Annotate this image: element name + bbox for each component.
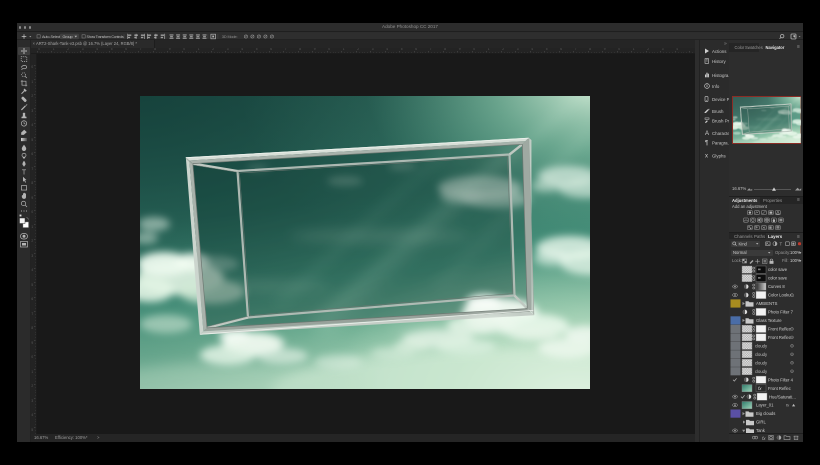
svg-text:color save: color save xyxy=(768,267,788,272)
svg-text:History: History xyxy=(712,59,726,64)
svg-text:Actions: Actions xyxy=(712,49,727,54)
svg-text:Front Reflec: Front Reflec xyxy=(768,326,791,331)
svg-text:cloudy: cloudy xyxy=(755,360,768,365)
svg-text:cloudy: cloudy xyxy=(755,352,768,357)
svg-text:GIRL: GIRL xyxy=(756,420,766,425)
svg-text:Paragra...: Paragra... xyxy=(712,140,730,145)
svg-text:cloudy: cloudy xyxy=(755,343,768,348)
svg-text:fx: fx xyxy=(762,436,766,441)
svg-text:Photo Filter 7: Photo Filter 7 xyxy=(768,310,794,315)
svg-text:T: T xyxy=(22,169,27,176)
svg-text:Auto-Select:: Auto-Select: xyxy=(42,35,61,39)
svg-text:¶: ¶ xyxy=(705,141,708,147)
svg-text:Hue/Saturati...: Hue/Saturati... xyxy=(769,394,796,399)
svg-text:Photo Filter 4: Photo Filter 4 xyxy=(768,377,794,382)
svg-text:Layer_01: Layer_01 xyxy=(756,403,774,408)
svg-text:x: x xyxy=(705,154,708,160)
svg-text:fx: fx xyxy=(786,403,790,408)
svg-text:Front Reflec: Front Reflec xyxy=(768,335,791,340)
svg-text:Brush Pr...: Brush Pr... xyxy=(712,118,730,123)
svg-text:Curves 8: Curves 8 xyxy=(768,284,785,289)
svg-text:Device P...: Device P... xyxy=(712,97,730,102)
svg-text:Character: Character xyxy=(712,131,730,136)
svg-text:AMBIENTS: AMBIENTS xyxy=(756,301,778,306)
svg-text:Color Looku...: Color Looku... xyxy=(768,293,794,298)
svg-text:Brush: Brush xyxy=(712,109,724,114)
svg-text:Show Transform Controls: Show Transform Controls xyxy=(87,35,124,39)
svg-text:Group: Group xyxy=(63,35,73,39)
svg-text:Info: Info xyxy=(712,84,720,89)
svg-text:Glass Texture: Glass Texture xyxy=(756,318,782,323)
svg-text:T: T xyxy=(780,242,783,247)
svg-text:color save: color save xyxy=(768,276,788,281)
svg-text:Kind: Kind xyxy=(739,242,748,247)
svg-text:Glyphs: Glyphs xyxy=(712,153,726,158)
svg-text:Front Reflec: Front Reflec xyxy=(768,386,791,391)
svg-text:cloudy: cloudy xyxy=(755,369,768,374)
svg-text:Big clouds: Big clouds xyxy=(756,411,775,416)
svg-text:3D Mode:: 3D Mode: xyxy=(222,35,238,39)
svg-text:A: A xyxy=(705,131,709,137)
svg-text:Histogra...: Histogra... xyxy=(712,73,730,78)
